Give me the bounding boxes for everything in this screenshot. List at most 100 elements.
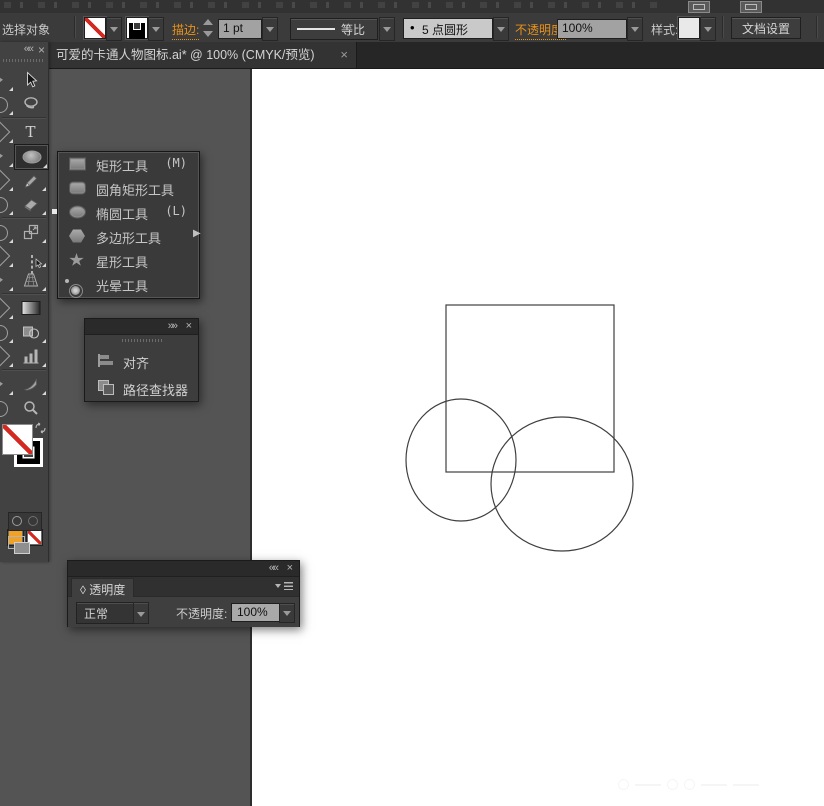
free-transform-tool[interactable] [14, 244, 47, 274]
width-profile-select[interactable]: 等比 [290, 18, 378, 40]
arrange-documents-icon[interactable] [740, 1, 762, 13]
stroke-weight-input[interactable]: 1 pt [218, 19, 262, 39]
shape-builder-tool[interactable] [14, 320, 47, 344]
rounded-rectangle-tool-icon [69, 181, 86, 195]
draw-normal-mode-icon[interactable] [9, 513, 25, 530]
width-profile-dropdown[interactable] [379, 17, 395, 41]
lasso-tool[interactable] [14, 92, 47, 116]
fill-swatch-none[interactable] [2, 424, 33, 455]
document-setup-button[interactable]: 文档设置 [731, 17, 802, 39]
watermark [618, 776, 798, 792]
column-graph-tool[interactable] [14, 344, 47, 368]
brush-dot-preview: • [410, 20, 415, 35]
magnifier-icon [23, 401, 38, 415]
drawn-circle-left[interactable] [405, 398, 517, 522]
screen-mode-icon[interactable] [8, 536, 32, 554]
close-panel-icon[interactable]: × [186, 319, 192, 333]
dock-item-align[interactable]: 对齐 [85, 347, 198, 374]
clipped-tool-cell [0, 168, 14, 192]
clipped-tool-cell [0, 296, 14, 320]
expand-panel-icon[interactable]: »» [168, 319, 178, 333]
opacity-dropdown[interactable] [627, 17, 643, 41]
brush-definition-dropdown[interactable] [493, 17, 509, 41]
tool-row [0, 68, 48, 92]
dock-panel: »» × 对齐 路径查找器 [84, 318, 199, 402]
transparency-panel-body: 正常 不透明度: 100% [68, 597, 299, 627]
panel-opacity-input[interactable]: 100% [231, 603, 284, 622]
drawing-mode-buttons [8, 512, 42, 531]
selection-tool[interactable] [14, 68, 47, 92]
close-panel-icon[interactable]: × [287, 561, 293, 575]
style-swatch[interactable] [678, 17, 700, 39]
draw-behind-mode-icon[interactable] [25, 513, 41, 530]
gradient-tool[interactable] [14, 296, 47, 320]
style-dropdown[interactable] [700, 17, 716, 41]
menu-item-rectangle-tool[interactable]: 矩形工具 (M) [58, 152, 199, 176]
menu-bar-remnant [0, 0, 824, 14]
collapse-panel-icon[interactable]: «« [24, 43, 34, 55]
opacity-input[interactable]: 100% [557, 19, 627, 39]
ellipse-tool-selected[interactable] [14, 144, 49, 170]
eraser-tool[interactable] [14, 192, 47, 216]
pencil-icon [24, 175, 37, 188]
zoom-tool[interactable] [14, 396, 47, 420]
collapse-panel-icon[interactable]: «« [269, 561, 279, 575]
clipped-tool-cell [0, 372, 14, 396]
clipped-tool-cell [0, 244, 14, 268]
brush-definition-select[interactable]: • 5 点圆形 [403, 18, 493, 39]
fill-color-dropdown[interactable] [106, 17, 122, 41]
blend-mode-dropdown[interactable] [133, 602, 149, 624]
panel-grip[interactable] [121, 339, 162, 342]
document-title: 可爱的卡通人物图标.ai* @ 100% (CMYK/预览) [56, 48, 315, 62]
stroke-weight-dropdown[interactable] [262, 17, 278, 41]
type-tool[interactable]: T [14, 120, 47, 144]
panel-opacity-dropdown[interactable] [279, 603, 295, 623]
type-tool-icon: T [25, 123, 36, 141]
profile-line-preview [297, 28, 335, 30]
tool-row [0, 372, 48, 396]
menu-item-polygon-tool[interactable]: 多边形工具 [58, 224, 199, 248]
close-panel-icon[interactable]: × [38, 43, 45, 57]
selection-arrow-icon [26, 71, 38, 88]
tool-row [0, 92, 48, 116]
panel-menu-icon[interactable] [275, 581, 293, 591]
tools-panel: «« × T [0, 42, 49, 562]
tool-row [0, 192, 48, 216]
stroke-weight-label[interactable]: 描边: [172, 21, 200, 40]
eraser-icon [23, 199, 38, 212]
knife-icon [23, 378, 37, 391]
panel-grip[interactable] [3, 59, 45, 62]
drawn-square[interactable] [445, 304, 615, 473]
knife-tool[interactable] [14, 372, 47, 396]
stroke-color-swatch[interactable] [126, 17, 148, 39]
tab-close-icon[interactable]: × [340, 42, 348, 68]
fill-color-swatch[interactable] [84, 17, 106, 39]
scale-tool[interactable] [14, 220, 47, 244]
separator [722, 16, 724, 38]
menu-item-star-tool[interactable]: 星形工具 [58, 248, 199, 272]
transparency-tab[interactable]: ◊ 透明度 [71, 578, 135, 599]
panel-opacity-label: 不透明度: [176, 607, 228, 621]
menu-item-flare-tool[interactable]: 光晕工具 [58, 272, 199, 298]
menu-text-remnant [4, 2, 664, 8]
pencil-tool[interactable] [14, 168, 47, 192]
workspace-icon[interactable] [688, 1, 710, 13]
stroke-weight-stepper[interactable] [203, 17, 215, 39]
current-tool-marker [52, 209, 57, 214]
menu-item-ellipse-tool[interactable]: 椭圆工具 (L) [58, 200, 199, 224]
stroke-color-dropdown[interactable] [148, 17, 164, 41]
document-tab[interactable]: 可爱的卡通人物图标.ai* @ 100% (CMYK/预览) × [48, 42, 357, 68]
control-bar: 选择对象 描边: 1 pt 等比 • 5 点圆形 不透明度: 100% 样式: … [0, 13, 824, 43]
shape-builder-icon [22, 326, 39, 339]
dock-item-pathfinder[interactable]: 路径查找器 [85, 374, 198, 401]
clipped-tool-cell [0, 220, 14, 244]
panel-toggle-diamond-icon[interactable]: ◊ [80, 583, 86, 597]
transparency-panel-title: 透明度 [89, 583, 126, 597]
tool-row [0, 168, 48, 192]
perspective-grid-tool[interactable] [14, 268, 47, 292]
style-label: 样式: [651, 23, 679, 37]
swap-fill-stroke-icon[interactable] [34, 422, 47, 435]
menu-item-rounded-rectangle-tool[interactable]: 圆角矩形工具 [58, 176, 199, 200]
tool-row [0, 396, 48, 420]
tear-off-arrow-icon[interactable]: ▶ [193, 228, 201, 239]
